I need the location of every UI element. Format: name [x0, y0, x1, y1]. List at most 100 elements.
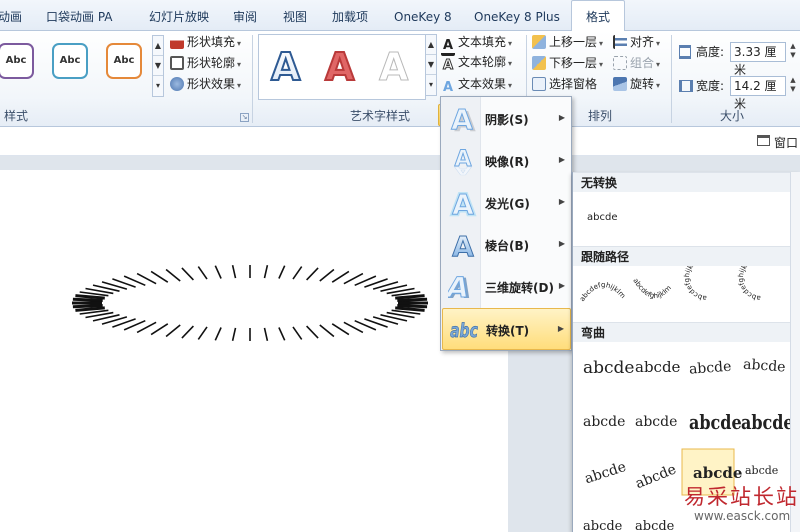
rotate-button[interactable]: 旋转 ▾: [613, 75, 660, 93]
menu-item-reflection[interactable]: A A 映像(R) ▶: [442, 140, 571, 182]
shape-style-gallery-scroll[interactable]: ▲ ▼ ▾: [152, 35, 164, 97]
chevron-down-icon[interactable]: ▼: [153, 56, 163, 76]
warp-heading: 弯曲: [573, 322, 800, 342]
wordart-dash: [331, 270, 350, 283]
text-fill-button[interactable]: A 文本填充 ▾: [441, 33, 512, 56]
shape-outline-button[interactable]: 形状轮廓 ▾: [170, 54, 241, 72]
menu-item-label: 三维旋转(D): [485, 281, 554, 295]
warp-chevron-down[interactable]: abcde: [635, 414, 677, 430]
tab-slideshow[interactable]: 幻灯片放映: [149, 6, 209, 28]
chevron-down-icon[interactable]: ▼: [426, 55, 436, 75]
paint-bucket-icon: [170, 35, 184, 49]
tab-review[interactable]: 审阅: [233, 6, 257, 28]
follow-path-gallery[interactable]: abcdefghijklm abcdefghijklm abcdefghijkl…: [573, 266, 800, 324]
more-icon[interactable]: ▾: [426, 75, 436, 95]
path-arch-up[interactable]: abcdefghijklm: [578, 281, 627, 303]
shape-style-orange[interactable]: Abc: [106, 43, 142, 79]
menu-item-3d-rotation[interactable]: A A 三维旋转(D) ▶: [442, 266, 571, 308]
wordart-dash: [395, 294, 425, 300]
warp-row-1[interactable]: abcde abcde abcde abcde: [573, 348, 800, 384]
text-outline-label: 文本轮廓: [458, 55, 507, 69]
wordart-dash: [165, 324, 181, 338]
tab-format[interactable]: 格式: [571, 0, 626, 32]
no-transform-option[interactable]: abcde: [587, 212, 617, 223]
slide-canvas[interactable]: [0, 170, 508, 532]
warp-triangle-up[interactable]: abcde: [689, 359, 732, 378]
wordart-style-gray[interactable]: A: [378, 45, 408, 90]
bring-forward-button[interactable]: 上移一层 ▾: [532, 33, 603, 51]
wordart-object[interactable]: [0, 170, 508, 532]
text-effects-menu: A A 阴影(S) ▶ A A 映像(R) ▶ A A 发光(G) ▶ A 棱台…: [440, 96, 572, 351]
wordart-gallery[interactable]: A A A: [258, 34, 426, 100]
selection-pane-button[interactable]: 选择窗格: [532, 75, 597, 93]
rotate-label: 旋转: [630, 77, 655, 91]
warp-chevron-up[interactable]: abcde: [583, 414, 625, 430]
warp-plain[interactable]: abcde: [583, 358, 634, 378]
text-outline-icon: A: [442, 58, 454, 73]
wordart-dash: [231, 265, 237, 279]
wordart-style-blue-outline[interactable]: A: [270, 44, 301, 90]
wordart-dash: [319, 324, 335, 338]
wordart-dash: [397, 304, 428, 309]
shape-effects-icon: [170, 77, 184, 91]
shape-style-purple[interactable]: Abc: [0, 43, 34, 79]
wordart-style-red[interactable]: A: [324, 44, 355, 90]
tab-pocket-animation[interactable]: 口袋动画 PA: [46, 6, 113, 28]
chevron-up-icon[interactable]: ▲: [426, 35, 436, 55]
width-input[interactable]: 14.2 厘米: [730, 76, 786, 111]
menu-item-bevel[interactable]: A 棱台(B) ▶: [442, 224, 571, 266]
menu-item-glow[interactable]: A A 发光(G) ▶: [442, 182, 571, 224]
warp-row-2[interactable]: abcde abcde abcde abcde: [573, 400, 800, 440]
wordart-dash: [214, 327, 222, 341]
group-button[interactable]: 组合 ▾: [613, 54, 660, 72]
bring-forward-icon: [532, 35, 546, 49]
shape-fill-button[interactable]: 形状填充 ▾: [170, 33, 241, 51]
more-icon[interactable]: ▾: [153, 76, 163, 96]
warp-arch-up-pour[interactable]: abcde: [583, 519, 623, 532]
tab-animation[interactable]: 动画: [0, 6, 22, 28]
menu-item-label: 映像(R): [485, 155, 530, 169]
3d-rotation-icon: A A: [448, 272, 475, 302]
width-spinner[interactable]: ▲ ▼: [788, 76, 798, 96]
send-backward-label: 下移一层: [549, 56, 598, 70]
align-icon: [613, 35, 627, 49]
warp-stop[interactable]: abcde: [635, 358, 681, 376]
window-button[interactable]: 窗口: [774, 134, 798, 151]
pencil-icon: [170, 56, 184, 70]
wordart-dash: [75, 294, 105, 300]
path-circle[interactable]: abcdefghijklm: [683, 266, 707, 302]
shape-effects-button[interactable]: 形状效果 ▾: [170, 75, 241, 93]
wordart-dash: [319, 268, 335, 282]
tab-addins[interactable]: 加载项: [332, 6, 368, 28]
wordart-dash: [395, 306, 425, 312]
wordart-styles-group-label: 艺术字样式: [349, 109, 410, 123]
tab-onekey8plus[interactable]: OneKey 8 Plus: [474, 6, 560, 28]
shape-outline-label: 形状轮廓: [187, 56, 236, 70]
wordart-dash: [150, 323, 169, 336]
glow-icon: A A: [450, 188, 476, 218]
dialog-launcher-icon[interactable]: ↘: [240, 113, 249, 122]
tab-view[interactable]: 视图: [283, 6, 307, 28]
wordart-gallery-scroll[interactable]: ▲ ▼ ▾: [425, 34, 437, 96]
height-input[interactable]: 3.33 厘米: [730, 42, 786, 77]
transform-icon: abc: [450, 320, 479, 342]
path-button[interactable]: abcdefghijklm: [737, 266, 761, 302]
height-spinner[interactable]: ▲ ▼: [788, 42, 798, 62]
warp-ring-inside[interactable]: abcde: [689, 411, 742, 434]
shape-style-blue[interactable]: Abc: [52, 43, 88, 79]
send-backward-button[interactable]: 下移一层 ▾: [532, 54, 603, 72]
text-outline-button[interactable]: A 文本轮廓 ▾: [441, 53, 512, 73]
warp-triangle-down[interactable]: abcde: [743, 357, 786, 376]
tab-onekey8[interactable]: OneKey 8: [394, 6, 452, 28]
text-effects-button[interactable]: A 文本效果 ▾: [441, 75, 512, 95]
wordart-dash: [263, 327, 269, 341]
path-arch-down[interactable]: abcdefghijklm: [631, 277, 673, 300]
warp-arch-up[interactable]: abcde: [583, 459, 628, 487]
warp-ring-outside[interactable]: abcde: [741, 411, 794, 434]
align-button[interactable]: 对齐 ▾: [613, 33, 660, 51]
chevron-up-icon[interactable]: ▲: [153, 36, 163, 56]
menu-item-shadow[interactable]: A A 阴影(S) ▶: [442, 98, 571, 140]
menu-item-transform[interactable]: abc 转换(T) ▶: [442, 308, 571, 350]
wordart-dash: [306, 267, 319, 281]
text-effects-icon: A: [442, 80, 454, 95]
